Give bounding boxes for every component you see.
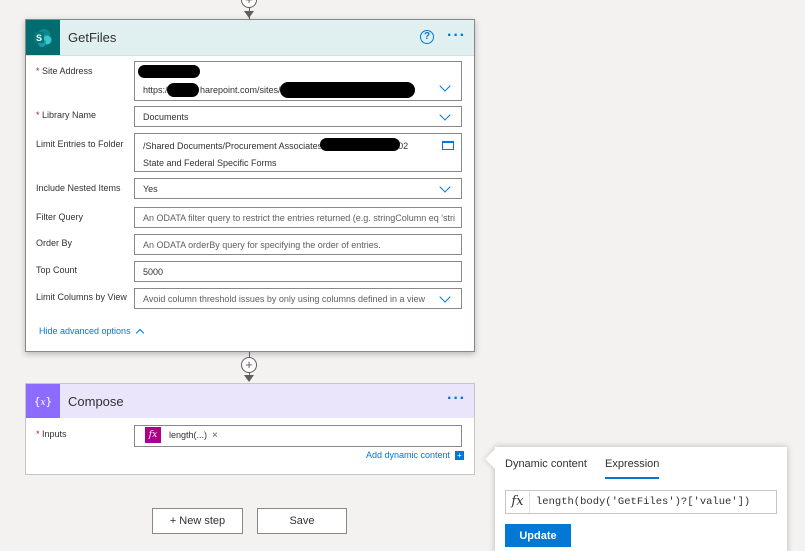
- top-count-label: Top Count: [36, 265, 78, 275]
- hide-advanced-options-link[interactable]: Hide advanced options: [39, 326, 144, 338]
- insert-step-icon[interactable]: +: [241, 0, 257, 8]
- svg-text:S: S: [36, 33, 42, 43]
- tab-dynamic-content[interactable]: Dynamic content: [505, 458, 587, 470]
- inputs-label: * Inputs: [36, 429, 67, 439]
- expression-input[interactable]: fx length(body('GetFiles')?['value']): [505, 490, 777, 514]
- top-count-input[interactable]: 5000: [134, 261, 462, 282]
- update-button[interactable]: Update: [505, 524, 571, 547]
- limit-folder-field[interactable]: /Shared Documents/Procurement Associates…: [134, 133, 462, 172]
- compose-header[interactable]: {x} Compose ···: [26, 384, 474, 418]
- limit-folder-label: Limit Entries to Folder: [36, 139, 124, 149]
- chevron-down-icon[interactable]: [439, 109, 451, 121]
- help-icon[interactable]: ?: [420, 30, 434, 44]
- dynamic-content-panel: Dynamic content Expression fx length(bod…: [485, 447, 787, 551]
- getfiles-title: GetFiles: [68, 30, 117, 45]
- redaction: [320, 138, 400, 151]
- site-address-label: * Site Address: [36, 66, 93, 76]
- chevron-down-icon[interactable]: [439, 80, 451, 92]
- site-address-field[interactable]: https://harepoint.com/sites/: [134, 61, 462, 101]
- save-button[interactable]: Save: [257, 508, 347, 534]
- remove-token-icon[interactable]: ×: [212, 430, 218, 441]
- getfiles-action-card: S GetFiles ? ··· * Site Address https://…: [25, 19, 475, 352]
- redaction: [138, 65, 200, 78]
- insert-step-icon[interactable]: +: [241, 357, 257, 373]
- library-name-label: * Library Name: [36, 110, 97, 120]
- sharepoint-icon: S: [26, 20, 60, 55]
- getfiles-header[interactable]: S GetFiles ? ···: [26, 20, 474, 56]
- arrow-down-icon: [244, 375, 254, 382]
- more-options-icon[interactable]: ···: [447, 391, 466, 407]
- fx-icon: fx: [145, 427, 161, 443]
- compose-action-card: {x} Compose ··· * Inputs fx length(...) …: [25, 383, 475, 475]
- compose-title: Compose: [68, 393, 124, 409]
- tab-expression[interactable]: Expression: [605, 458, 660, 479]
- include-nested-label: Include Nested Items: [36, 183, 121, 193]
- arrow-down-icon: [244, 11, 254, 18]
- inputs-field[interactable]: fx length(...) ×: [134, 425, 462, 447]
- library-name-dropdown[interactable]: Documents: [134, 106, 462, 127]
- panel-pointer: [485, 449, 505, 469]
- filter-query-input[interactable]: An ODATA filter query to restrict the en…: [134, 207, 462, 228]
- chevron-down-icon[interactable]: [439, 291, 451, 303]
- include-nested-dropdown[interactable]: Yes: [134, 178, 462, 199]
- fx-icon: fx: [506, 491, 530, 513]
- compose-icon: {x}: [26, 384, 60, 418]
- redaction: [280, 82, 415, 98]
- order-by-input[interactable]: An ODATA orderBy query for specifying th…: [134, 234, 462, 255]
- new-step-button[interactable]: + New step: [152, 508, 243, 534]
- add-dynamic-icon: +: [455, 450, 464, 460]
- site-address-value: https://harepoint.com/sites/: [143, 85, 281, 95]
- filter-query-label: Filter Query: [36, 212, 84, 222]
- limit-columns-dropdown[interactable]: Avoid column threshold issues by only us…: [134, 288, 462, 309]
- order-by-label: Order By: [36, 238, 73, 248]
- chevron-up-icon: [135, 328, 144, 338]
- expression-token[interactable]: fx length(...) ×: [145, 427, 218, 443]
- folder-icon[interactable]: [442, 141, 454, 150]
- limit-columns-label: Limit Columns by View: [36, 292, 127, 302]
- add-dynamic-content-link[interactable]: Add dynamic content +: [366, 450, 464, 460]
- more-options-icon[interactable]: ···: [447, 28, 466, 44]
- redaction: [167, 83, 199, 97]
- chevron-down-icon[interactable]: [439, 181, 451, 193]
